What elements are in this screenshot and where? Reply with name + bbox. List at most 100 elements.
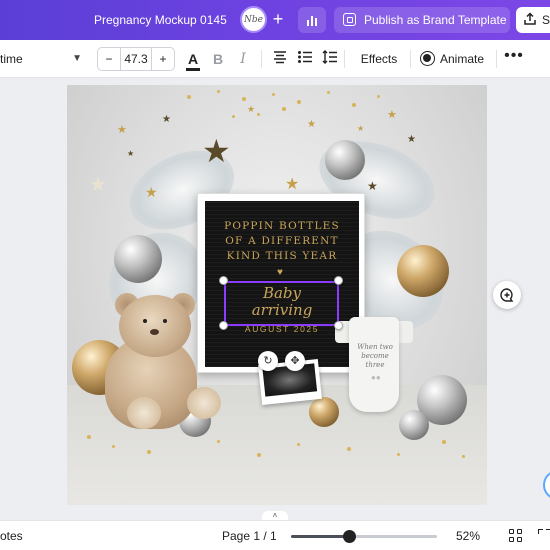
bullet-list-icon[interactable] [297, 49, 313, 69]
resize-handle[interactable] [334, 276, 343, 285]
zoom-slider-fill [291, 535, 349, 538]
baby-onesie: When two become three ●● [335, 307, 413, 412]
board-text-line[interactable]: POPPIN BOTTLES [205, 220, 359, 232]
page-indicator[interactable]: Page 1 / 1 [222, 529, 277, 543]
resize-handle[interactable] [219, 276, 228, 285]
publish-icon [343, 13, 356, 26]
silver-ornament [399, 410, 429, 440]
design-canvas[interactable]: ★ ★ ★ ★ ★ ★ ★ ★ ★ ★ ★ ★ ★ ★ POPPIN BOTTL… [67, 85, 487, 505]
chevron-down-icon: ▼ [72, 53, 82, 64]
divider [261, 50, 262, 68]
divider [496, 50, 497, 68]
bear-foot [187, 387, 221, 419]
move-icon[interactable]: ✥ [285, 351, 305, 371]
confetti [347, 447, 351, 451]
publish-brand-template-button[interactable]: Publish as Brand Template [334, 7, 510, 33]
zoom-slider-thumb[interactable] [343, 530, 356, 543]
bottom-bar: otes Page 1 / 1 52% [0, 520, 550, 550]
align-center-icon[interactable] [272, 49, 288, 69]
help-button[interactable] [543, 470, 550, 500]
top-bar: Pregnancy Mockup 0145 Nbe + Publish as B… [0, 0, 550, 40]
footprint-icon: ●● [371, 373, 381, 382]
increase-size-button[interactable]: + [152, 48, 174, 70]
add-comment-button[interactable] [493, 281, 521, 309]
star-decoration: ★ [127, 149, 135, 158]
confetti [327, 91, 330, 94]
star-decoration: ★ [145, 184, 158, 200]
fullscreen-icon[interactable] [538, 529, 550, 543]
bold-icon[interactable]: B [211, 49, 225, 69]
confetti [187, 95, 191, 99]
star-decoration: ★ [285, 176, 300, 193]
resize-handle[interactable] [334, 321, 343, 330]
star-decoration: ★ [202, 133, 231, 169]
grid-view-icon[interactable] [509, 529, 523, 543]
text-color-icon[interactable]: A [184, 49, 202, 69]
font-family-dropdown[interactable]: time ▼ [0, 47, 88, 71]
teddy-bear-head [119, 295, 191, 357]
zoom-level[interactable]: 52% [456, 529, 480, 543]
text-toolbar: time ▼ − 47.3 + A B I Effects Animate ••… [0, 40, 550, 78]
text-color-swatch [186, 68, 200, 71]
board-text-line[interactable]: OF A DIFFERENT [205, 235, 359, 247]
share-button[interactable]: S [516, 7, 550, 33]
share-icon [524, 12, 536, 25]
bear-eye [163, 319, 167, 323]
divider [410, 50, 411, 68]
add-collaborator-button[interactable]: + [268, 9, 288, 29]
resize-handle[interactable] [219, 321, 228, 330]
font-size-input[interactable]: 47.3 [120, 48, 152, 70]
confetti [297, 443, 300, 446]
confetti [217, 90, 220, 93]
board-text-line[interactable]: KIND THIS YEAR [205, 250, 359, 262]
confetti [352, 103, 356, 107]
more-icon[interactable]: ••• [504, 48, 524, 69]
silver-ornament [325, 140, 365, 180]
confetti [272, 93, 275, 96]
onesie-body: When two become three ●● [349, 317, 399, 412]
animate-button[interactable]: Animate [418, 49, 490, 69]
animate-icon [420, 51, 435, 66]
confetti [377, 95, 380, 98]
text-selection-box[interactable] [224, 281, 339, 326]
confetti [462, 455, 465, 458]
confetti [297, 100, 301, 104]
italic-icon[interactable]: I [236, 49, 250, 69]
font-size-stepper[interactable]: − 47.3 + [97, 47, 175, 71]
animate-label: Animate [440, 52, 485, 66]
rotate-icon[interactable]: ↻ [258, 351, 278, 371]
font-name: time [0, 52, 23, 66]
chevron-up-icon: ˄ [272, 511, 278, 520]
bear-eye [143, 319, 147, 323]
star-decoration: ★ [357, 124, 365, 133]
confetti [282, 107, 286, 111]
star-decoration: ★ [162, 114, 171, 125]
confetti [217, 440, 220, 443]
onesie-text: When two become three [357, 343, 393, 369]
heart-icon: ♥ [277, 267, 283, 278]
effects-button[interactable]: Effects [352, 49, 406, 69]
bear-nose [150, 329, 159, 335]
publish-label: Publish as Brand Template [364, 13, 507, 27]
confetti [147, 450, 151, 454]
collaborator-avatar[interactable]: Nbe [240, 6, 267, 33]
zoom-slider[interactable] [291, 530, 437, 543]
confetti [442, 440, 446, 444]
document-title[interactable]: Pregnancy Mockup 0145 [94, 13, 227, 27]
notes-button[interactable]: otes [0, 529, 23, 543]
star-decoration: ★ [407, 134, 416, 145]
share-label: S [542, 13, 550, 27]
confetti [112, 445, 115, 448]
confetti [242, 97, 246, 101]
divider [344, 50, 345, 68]
spacing-icon[interactable] [322, 49, 338, 69]
confetti [257, 453, 261, 457]
star-decoration: ★ [387, 109, 397, 121]
confetti [397, 453, 400, 456]
chart-icon [307, 16, 317, 26]
star-decoration: ★ [89, 174, 107, 196]
confetti [232, 115, 235, 118]
decrease-size-button[interactable]: − [98, 48, 120, 70]
insights-button[interactable] [298, 7, 326, 33]
star-decoration: ★ [307, 119, 316, 130]
